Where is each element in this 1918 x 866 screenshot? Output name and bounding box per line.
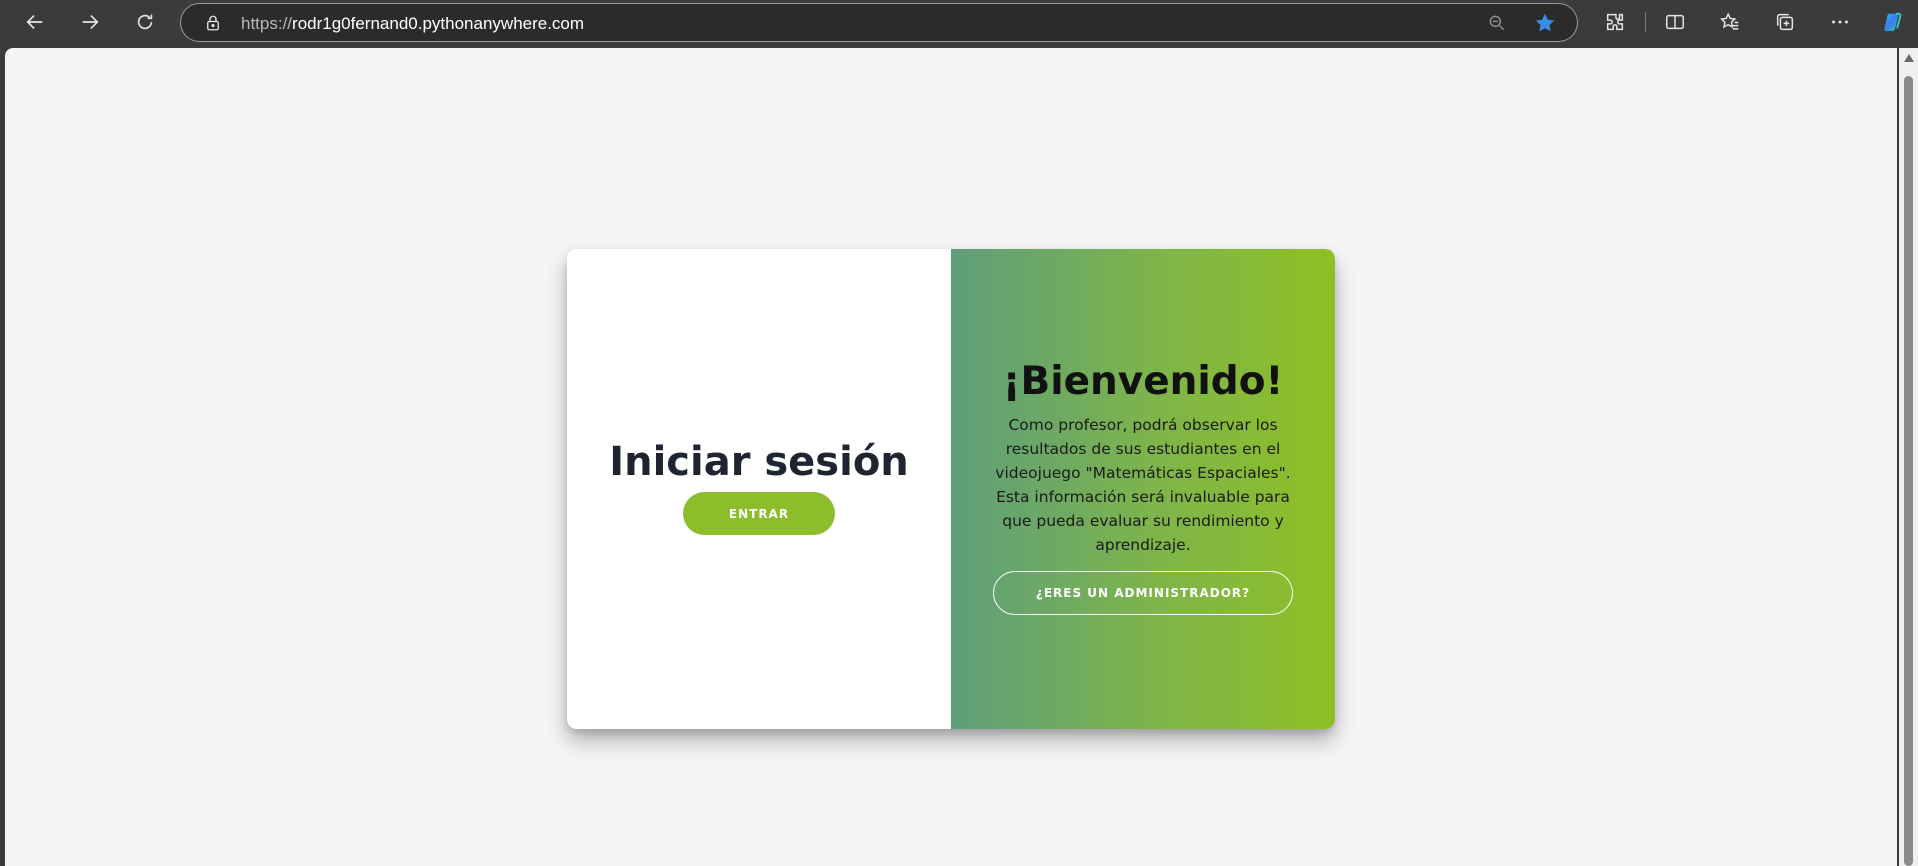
login-panel: Iniciar sesión ENTRAR	[567, 249, 951, 729]
url-host: rodr1g0fernand0.pythonanywhere.com	[292, 14, 585, 33]
back-icon[interactable]	[17, 5, 53, 39]
refresh-icon[interactable]	[127, 5, 163, 39]
extensions-icon[interactable]	[1597, 5, 1633, 39]
vertical-scrollbar[interactable]	[1899, 48, 1918, 866]
browser-toolbar: https://rodr1g0fernand0.pythonanywhere.c…	[0, 0, 1918, 46]
address-bar[interactable]: https://rodr1g0fernand0.pythonanywhere.c…	[180, 3, 1578, 42]
scrollbar-thumb[interactable]	[1904, 76, 1913, 866]
toolbar-divider	[1645, 12, 1646, 32]
login-card: Iniciar sesión ENTRAR ¡Bienvenido! Como …	[567, 249, 1335, 729]
scroll-up-arrow-icon[interactable]	[1904, 54, 1914, 62]
welcome-heading: ¡Bienvenido!	[1002, 359, 1284, 404]
collections-icon[interactable]	[1767, 5, 1803, 39]
zoom-out-icon[interactable]	[1487, 13, 1507, 38]
favorite-star-icon[interactable]	[1533, 11, 1557, 40]
url-scheme: https://	[241, 14, 293, 33]
admin-button[interactable]: ¿ERES UN ADMINISTRADOR?	[993, 571, 1293, 615]
forward-icon[interactable]	[72, 5, 108, 39]
enter-button[interactable]: ENTRAR	[683, 492, 835, 535]
login-title: Iniciar sesión	[609, 439, 909, 485]
url-text[interactable]: https://rodr1g0fernand0.pythonanywhere.c…	[241, 14, 584, 34]
welcome-panel: ¡Bienvenido! Como profesor, podrá observ…	[951, 249, 1335, 729]
split-screen-icon[interactable]	[1657, 5, 1693, 39]
lock-icon[interactable]	[203, 13, 223, 33]
copilot-icon[interactable]	[1875, 5, 1911, 39]
welcome-description: Como profesor, podrá observar los result…	[995, 416, 1291, 554]
favorites-icon[interactable]	[1712, 5, 1748, 39]
more-icon[interactable]	[1822, 5, 1858, 39]
